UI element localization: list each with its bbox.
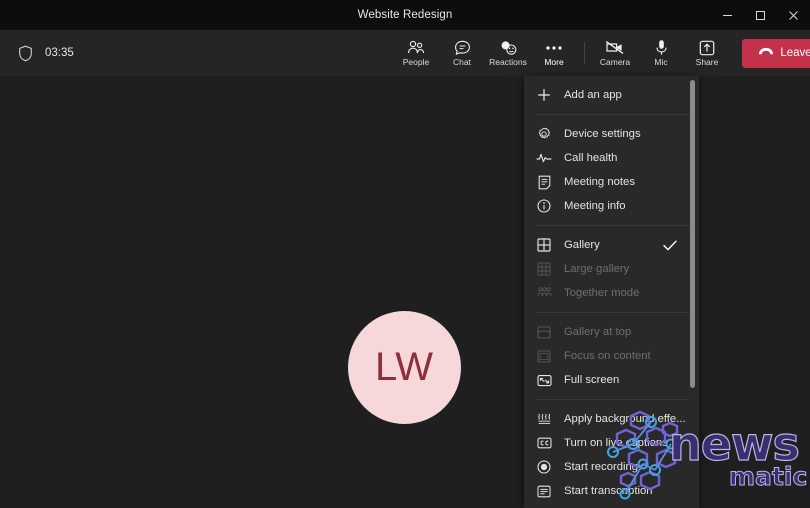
menu-label: Device settings: [564, 128, 641, 140]
menu-item-start-recording[interactable]: Start recording: [524, 455, 699, 479]
avatar-initials: LW: [374, 345, 435, 389]
teams-meeting-window: Website Redesign 03:35 People Chat React…: [0, 0, 810, 508]
camera-label: Camera: [599, 57, 631, 68]
record-icon: [536, 459, 552, 475]
mic-label: Mic: [654, 57, 668, 68]
window-controls: [711, 0, 810, 30]
menu-label: Apply background effe...: [564, 413, 686, 425]
grid-3x3-icon: [536, 261, 552, 277]
menu-separator: [536, 225, 689, 226]
more-ellipsis-icon: [545, 39, 563, 56]
minimize-button[interactable]: [711, 0, 744, 30]
notes-icon: [536, 174, 552, 190]
focus-content-icon: [536, 348, 552, 364]
menu-label: Gallery at top: [564, 326, 632, 338]
menu-item-large-gallery[interactable]: Large gallery: [524, 257, 699, 281]
menu-label: Meeting info: [564, 200, 626, 212]
meeting-status-group: 03:35: [0, 45, 74, 62]
menu-item-turn-on-live-captions[interactable]: Turn on live captions: [524, 431, 699, 455]
chat-icon: [454, 39, 471, 56]
people-label: People: [402, 57, 430, 68]
menu-separator: [536, 114, 689, 115]
toolbar-center-actions: People Chat Reactions More Camera Mic Sh…: [393, 30, 810, 76]
background-effects-icon: [536, 411, 552, 427]
shield-icon: [18, 45, 33, 62]
menu-label: Add an app: [564, 89, 622, 101]
leave-label: Leave: [780, 47, 810, 59]
full-screen-icon: [536, 372, 552, 388]
gear-icon: [536, 126, 552, 142]
menu-item-apply-background-effects[interactable]: Apply background effe...: [524, 407, 699, 431]
leave-button[interactable]: Leave: [742, 38, 810, 68]
menu-separator: [536, 312, 689, 313]
menu-label: Call health: [564, 152, 618, 164]
more-actions-menu: Add an app Device settings Call health M…: [524, 76, 699, 508]
pulse-icon: [536, 150, 552, 166]
menu-item-meeting-notes[interactable]: Meeting notes: [524, 170, 699, 194]
reactions-icon: [499, 39, 518, 56]
gallery-top-icon: [536, 324, 552, 340]
scrollbar-thumb[interactable]: [690, 80, 695, 388]
menu-item-together-mode[interactable]: Together mode: [524, 281, 699, 305]
menu-label: Start transcription: [564, 485, 653, 497]
mic-button[interactable]: Mic: [638, 30, 684, 76]
menu-top-spacer: [524, 76, 699, 83]
maximize-button[interactable]: [744, 0, 777, 30]
share-screen-icon: [699, 39, 715, 56]
people-icon: [407, 39, 425, 56]
transcription-icon: [536, 483, 552, 499]
menu-item-device-settings[interactable]: Device settings: [524, 122, 699, 146]
more-label: More: [544, 57, 564, 68]
plus-icon: [536, 87, 552, 103]
page-title: Website Redesign: [357, 9, 453, 21]
menu-label: Turn on live captions: [564, 437, 668, 449]
together-mode-icon: [536, 285, 552, 301]
camera-off-icon: [605, 39, 625, 56]
menu-label: Meeting notes: [564, 176, 635, 188]
menu-label: Together mode: [564, 287, 640, 299]
menu-item-start-transcription[interactable]: Start transcription: [524, 479, 699, 503]
menu-scrollbar[interactable]: [690, 80, 695, 504]
meeting-timer: 03:35: [45, 47, 74, 59]
menu-item-gallery-at-top[interactable]: Gallery at top: [524, 320, 699, 344]
meeting-toolbar: 03:35 People Chat Reactions More Camera …: [0, 30, 810, 76]
closed-captions-icon: [536, 435, 552, 451]
avatar: LW: [348, 311, 461, 424]
share-button[interactable]: Share: [684, 30, 730, 76]
menu-label: Focus on content: [564, 350, 651, 362]
check-icon: [663, 240, 677, 251]
reactions-label: Reactions: [489, 57, 527, 68]
chat-label: Chat: [453, 57, 471, 68]
menu-item-full-screen[interactable]: Full screen: [524, 368, 699, 392]
toolbar-divider: [584, 42, 585, 64]
microphone-icon: [655, 39, 668, 56]
menu-label: Start recording: [564, 461, 639, 473]
menu-label: Gallery: [564, 239, 600, 251]
menu-item-meeting-info[interactable]: Meeting info: [524, 194, 699, 218]
menu-label: Full screen: [564, 374, 620, 386]
more-button[interactable]: More: [531, 30, 577, 76]
menu-item-add-an-app[interactable]: Add an app: [524, 83, 699, 107]
menu-item-call-health[interactable]: Call health: [524, 146, 699, 170]
share-label: Share: [695, 57, 719, 68]
menu-item-focus-on-content[interactable]: Focus on content: [524, 344, 699, 368]
grid-2x2-icon: [536, 237, 552, 253]
menu-label: Large gallery: [564, 263, 630, 275]
hangup-icon: [758, 47, 774, 59]
info-circle-icon: [536, 198, 552, 214]
menu-separator: [536, 399, 689, 400]
reactions-button[interactable]: Reactions: [485, 30, 531, 76]
camera-button[interactable]: Camera: [592, 30, 638, 76]
people-button[interactable]: People: [393, 30, 439, 76]
close-button[interactable]: [777, 0, 810, 30]
title-bar: Website Redesign: [0, 0, 810, 30]
menu-item-gallery[interactable]: Gallery: [524, 233, 699, 257]
chat-button[interactable]: Chat: [439, 30, 485, 76]
